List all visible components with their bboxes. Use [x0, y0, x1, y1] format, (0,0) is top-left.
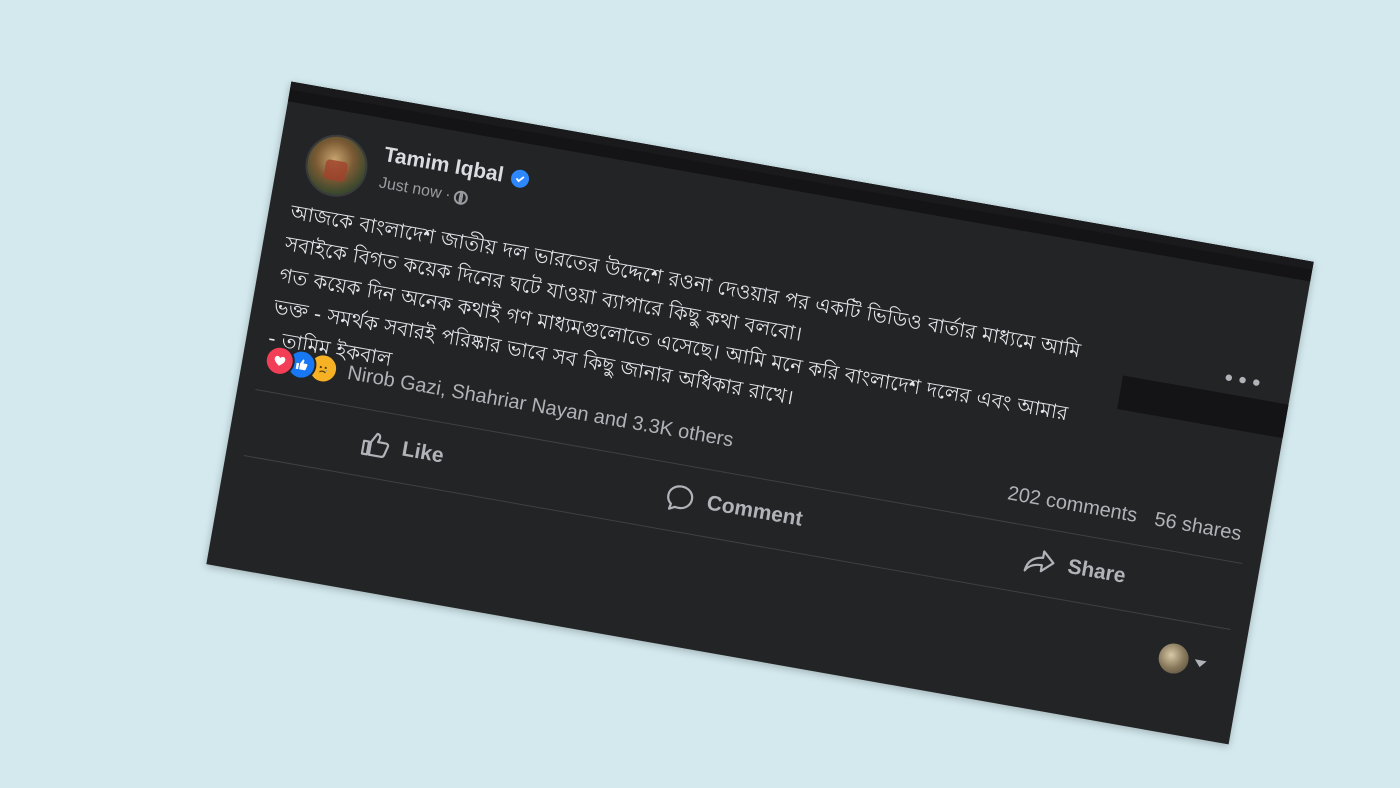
meta-separator: ·	[443, 186, 453, 204]
chevron-down-icon	[1193, 658, 1207, 668]
like-icon	[360, 432, 389, 458]
globe-icon	[453, 189, 470, 206]
comment-label: Comment	[705, 491, 805, 531]
share-button[interactable]: Share	[1022, 545, 1128, 590]
comment-icon	[667, 485, 694, 510]
like-button[interactable]: Like	[358, 428, 446, 470]
post-card: Tamim Iqbal Just now · ••• আজকে বাংলাদেশ…	[206, 81, 1314, 745]
current-user-avatar	[1156, 641, 1192, 676]
author-avatar[interactable]	[300, 129, 373, 202]
comment-button[interactable]: Comment	[663, 481, 805, 535]
post-timestamp[interactable]: Just now	[378, 175, 443, 204]
share-label: Share	[1065, 554, 1128, 588]
share-icon	[1023, 550, 1055, 573]
like-label: Like	[400, 437, 446, 468]
verified-badge-icon	[509, 168, 531, 190]
post-as-selector[interactable]	[1156, 641, 1208, 679]
